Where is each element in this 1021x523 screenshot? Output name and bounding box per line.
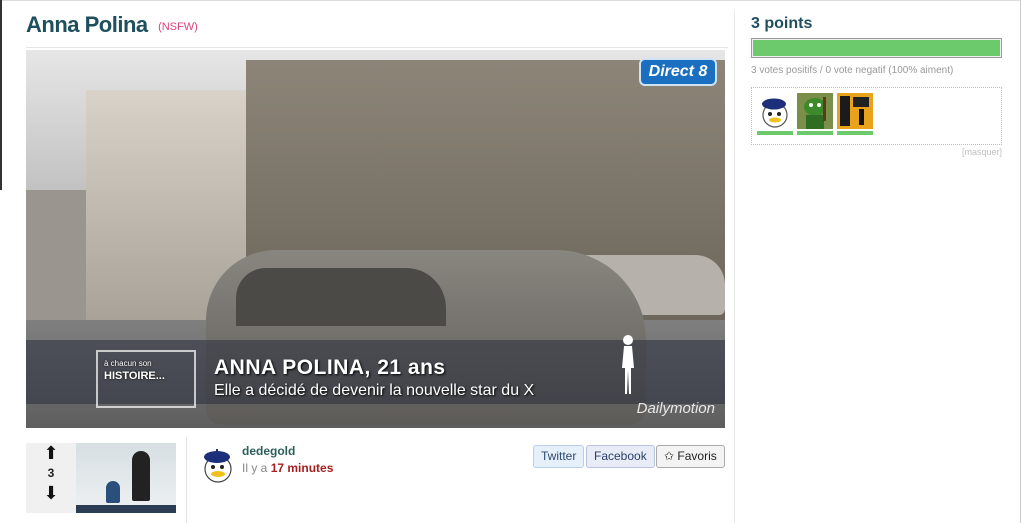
post-main: Anna Polina (NSFW) à chacun son HISTOIRE… (26, 0, 728, 523)
poster-icon (837, 93, 873, 129)
post-time: Il y a 17 minutes (242, 461, 333, 475)
nsfw-badge: (NSFW) (158, 21, 198, 33)
hide-voters-link[interactable]: [masquer] (962, 147, 1002, 157)
facebook-button[interactable]: Facebook (586, 445, 655, 468)
voter-vote-bar (837, 131, 873, 135)
arrow-down-icon[interactable]: ⬇ (26, 483, 76, 503)
twitter-button[interactable]: Twitter (533, 445, 585, 468)
column-divider (734, 10, 735, 523)
caption-subtitle: Elle a décidé de devenir la nouvelle sta… (214, 382, 535, 399)
thumbnail-person (132, 451, 150, 501)
vote-box: ⬆ 3 ⬇ (26, 443, 76, 513)
arrow-up-icon[interactable]: ⬆ (26, 443, 76, 463)
caption-name: ANNA POLINA, 21 ans (214, 356, 446, 379)
points-label: 3 points (751, 15, 813, 32)
voter-avatar-1[interactable] (757, 93, 793, 137)
series-logo-line2: HISTOIRE... (104, 370, 165, 382)
voter-vote-bar (797, 131, 833, 135)
footer-separator (186, 437, 187, 523)
voter-avatar-2[interactable] (797, 93, 833, 137)
time-prefix: Il y a (242, 461, 268, 475)
video-player[interactable]: à chacun son HISTOIRE... ANNA POLINA, 21… (26, 50, 725, 428)
green-character-icon (797, 93, 833, 129)
post-footer: ⬆ 3 ⬇ dedegold Il y a 17 minutes Twitter… (26, 437, 728, 523)
rating-bar (751, 38, 1002, 58)
beret-penguin-icon (757, 93, 793, 129)
post-header: Anna Polina (NSFW) (26, 12, 728, 48)
channel-logo: Direct 8 (639, 58, 717, 86)
series-logo: à chacun son HISTOIRE... (96, 350, 196, 408)
thumbnail-caption-strip (76, 505, 176, 513)
watermark: Dailymotion (636, 400, 715, 417)
vote-count: 3 (47, 466, 55, 480)
left-edge-bar (0, 0, 2, 190)
voters-panel (751, 87, 1002, 145)
video-thumbnail[interactable] (76, 443, 176, 513)
video-car-window (236, 268, 446, 326)
avatar[interactable] (200, 447, 236, 483)
voter-avatar-3[interactable] (837, 93, 873, 137)
rating-bar-fill (753, 40, 1000, 56)
thumbnail-person-seated (106, 481, 120, 503)
post-title[interactable]: Anna Polina (26, 12, 148, 38)
votes-summary: 3 votes positifs / 0 vote negatif (100% … (751, 65, 954, 76)
woman-silhouette-icon (622, 335, 634, 394)
sidebar: 3 points 3 votes positifs / 0 vote negat… (751, 0, 1002, 523)
author-username[interactable]: dedegold (242, 444, 295, 458)
series-logo-line1: à chacun son (104, 359, 152, 368)
time-value: 17 minutes (270, 461, 334, 475)
favoris-button[interactable]: ✩ Favoris (656, 445, 725, 468)
voter-vote-bar (757, 131, 793, 135)
